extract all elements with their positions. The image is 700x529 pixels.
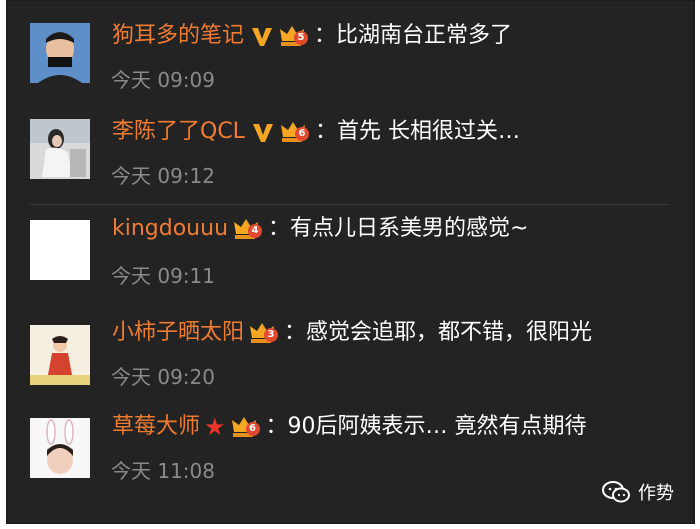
level-badge-icon: 4 xyxy=(232,216,264,242)
verified-v-icon xyxy=(250,24,274,48)
divider xyxy=(29,204,669,205)
watermark-text: 作势 xyxy=(638,483,674,504)
colon: ： xyxy=(284,320,307,345)
username-link[interactable]: 李陈了了QCL xyxy=(112,116,245,148)
level-badge-icon: 5 xyxy=(278,23,310,49)
avatar[interactable] xyxy=(30,23,90,83)
username-link[interactable]: 小柿子晒太阳 xyxy=(112,317,244,349)
level-badge-icon: 3 xyxy=(248,320,280,346)
comment-panel: 狗耳多的笔记 5 ： 比湖南台正常多了 今天 09:09 李陈了了QCL 6 ：… xyxy=(6,0,695,524)
comment-item: 狗耳多的笔记 5 ： 比湖南台正常多了 今天 09:09 xyxy=(7,20,694,120)
watermark: 作势 xyxy=(602,479,674,505)
comment-text: 感觉会追耶，都不错，很阳光 xyxy=(306,320,593,345)
verified-v-icon xyxy=(251,120,275,144)
level-number: 3 xyxy=(264,328,279,342)
wechat-icon xyxy=(602,481,630,503)
level-number: 5 xyxy=(294,31,309,45)
comment-header: 小柿子晒太阳 3 ： 感觉会追耶，都不错，很阳光 xyxy=(112,317,592,349)
comment-text: 有点儿日系美男的感觉~ xyxy=(290,216,529,241)
comment-header: kingdouuu 4 ： 有点儿日系美男的感觉~ xyxy=(112,213,528,245)
level-number: 4 xyxy=(248,224,263,238)
avatar[interactable] xyxy=(30,325,90,385)
level-number: 6 xyxy=(294,127,309,141)
comment-text: 首先 长相很过关… xyxy=(336,119,520,144)
username-link[interactable]: 狗耳多的笔记 xyxy=(112,20,244,52)
colon: ： xyxy=(314,23,337,48)
comment-time: 今天 09:09 xyxy=(111,68,215,92)
comment-item: 小柿子晒太阳 3 ： 感觉会追耶，都不错，很阳光 今天 09:20 xyxy=(7,317,694,417)
star-icon: ★ xyxy=(204,413,226,441)
comment-header: 李陈了了QCL 6 ： 首先 长相很过关… xyxy=(112,116,520,148)
avatar[interactable] xyxy=(30,119,90,179)
comment-time: 今天 11:08 xyxy=(111,459,215,483)
username-link[interactable]: kingdouuu xyxy=(112,213,228,245)
colon: ： xyxy=(314,119,337,144)
level-number: 6 xyxy=(245,422,260,436)
comment-time: 今天 09:12 xyxy=(111,164,215,188)
comment-header: 狗耳多的笔记 5 ： 比湖南台正常多了 xyxy=(112,20,512,52)
level-badge-icon: 6 xyxy=(279,119,311,145)
avatar[interactable] xyxy=(30,220,90,280)
comment-item: 草莓大师 ★ 6 ： 90后阿姨表示… 竟然有点期待 今天 11:08 xyxy=(7,411,694,511)
colon: ： xyxy=(265,414,288,439)
level-badge-icon: 6 xyxy=(230,414,262,440)
colon: ： xyxy=(268,216,291,241)
comment-time: 今天 09:11 xyxy=(111,264,215,288)
comment-time: 今天 09:20 xyxy=(111,365,215,389)
comment-text: 90后阿姨表示… 竟然有点期待 xyxy=(287,414,587,439)
username-link[interactable]: 草莓大师 xyxy=(112,411,200,443)
comment-item: 李陈了了QCL 6 ： 首先 长相很过关… 今天 09:12 xyxy=(7,116,694,216)
avatar[interactable] xyxy=(30,418,90,478)
comment-text: 比湖南台正常多了 xyxy=(336,23,513,48)
comment-item: kingdouuu 4 ： 有点儿日系美男的感觉~ 今天 09:11 xyxy=(7,213,694,313)
comment-header: 草莓大师 ★ 6 ： 90后阿姨表示… 竟然有点期待 xyxy=(112,411,587,443)
